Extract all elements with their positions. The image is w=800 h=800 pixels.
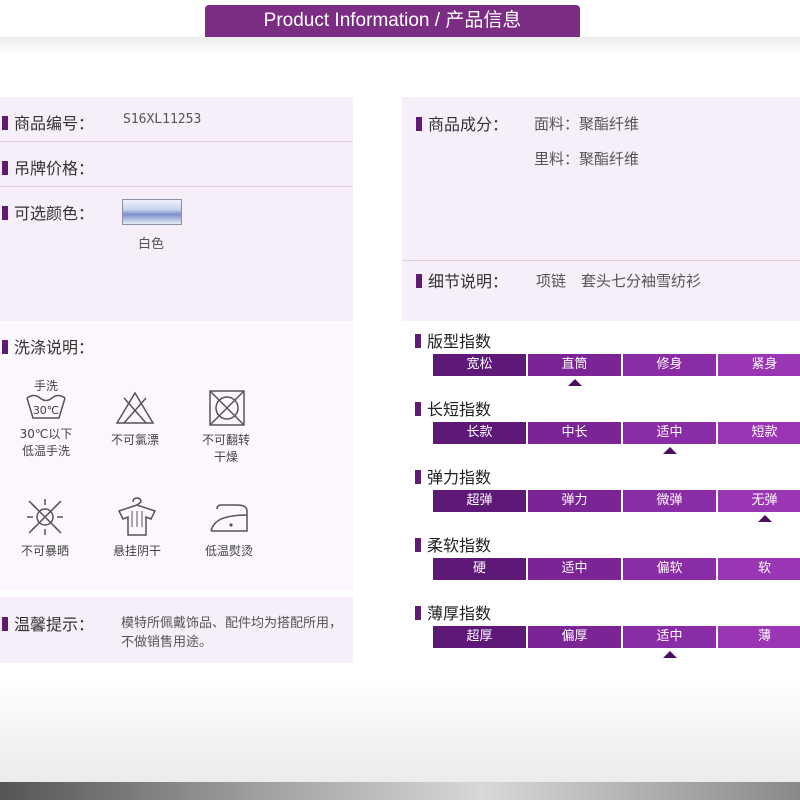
index-title: 薄厚指数 <box>415 600 491 624</box>
low-iron-icon <box>210 504 248 532</box>
index-option: 适中 <box>623 422 716 444</box>
selected-marker-icon <box>757 515 772 522</box>
index-group: 弹力指数 超弹 弹力 微弹 无弹 <box>415 464 800 532</box>
fit-indices: 版型指数 宽松 直筒 修身 紧身 长短指数 长款 中长 适中 短款 弹力指数 超弹 弹力 微弹 无弹 柔软指数… <box>415 328 800 668</box>
divider <box>0 186 353 187</box>
item-number-label: 商品编号： <box>2 110 94 134</box>
bullet-icon <box>415 334 421 348</box>
index-group: 版型指数 宽松 直筒 修身 紧身 <box>415 328 800 396</box>
index-option: 适中 <box>528 558 621 580</box>
index-title: 长短指数 <box>415 396 491 420</box>
index-group: 长短指数 长款 中长 适中 短款 <box>415 396 800 464</box>
bullet-icon <box>2 340 8 354</box>
index-option: 偏软 <box>623 558 716 580</box>
index-title: 版型指数 <box>415 328 491 352</box>
color-swatch-white[interactable] <box>122 199 182 225</box>
tips-line-2: 不做销售用途。 <box>121 635 213 650</box>
detail-label: 细节说明： <box>416 268 508 292</box>
index-option: 适中 <box>623 626 716 648</box>
detail-value: 项链 套头七分袖雪纺衫 <box>536 272 702 290</box>
care-no-tumble-dry: 不可翻转 干燥 <box>186 390 266 466</box>
no-bleach-icon <box>115 391 155 424</box>
index-option: 偏厚 <box>528 626 621 648</box>
bullet-icon <box>415 402 421 416</box>
index-option: 硬 <box>433 558 526 580</box>
product-info-banner: Product Information / 产品信息 <box>205 5 580 37</box>
bottom-photo-strip <box>0 782 800 800</box>
tips-label: 温馨提示： <box>2 611 94 635</box>
index-option: 短款 <box>718 422 800 444</box>
bullet-icon <box>2 206 8 220</box>
divider <box>0 141 353 142</box>
index-group: 薄厚指数 超厚 偏厚 适中薄 <box>415 600 800 668</box>
bullet-icon <box>416 274 422 288</box>
selected-marker-icon <box>567 379 582 386</box>
no-sun-dry-icon <box>27 499 63 535</box>
index-option: 薄 <box>718 626 800 648</box>
index-option: 弹力 <box>528 490 621 512</box>
wash-label: 洗涤说明： <box>2 334 94 358</box>
tag-price-label: 吊牌价格： <box>2 155 94 179</box>
bullet-icon <box>415 538 421 552</box>
composition-label: 商品成分： <box>416 111 508 135</box>
bullet-icon <box>415 470 421 484</box>
item-number-value: S16XL11253 <box>123 112 202 127</box>
care-no-bleach: 不可氯漂 <box>95 390 175 449</box>
index-option: 修身 <box>623 354 716 376</box>
bullet-icon <box>2 161 8 175</box>
swatch-label: 白色 <box>138 237 165 252</box>
index-option: 直筒 <box>528 354 621 376</box>
index-title: 柔软指数 <box>415 532 491 556</box>
index-option: 软 <box>718 558 800 580</box>
hang-dry-icon <box>117 497 157 536</box>
banner-shadow <box>0 37 800 55</box>
care-hang-dry: 悬挂阴干 <box>97 497 177 560</box>
index-option: 宽松 <box>433 354 526 376</box>
index-group: 柔软指数硬适中 偏软软 <box>415 532 800 600</box>
index-option: 超弹 <box>433 490 526 512</box>
index-option: 无弹 <box>718 490 800 512</box>
index-option: 紧身 <box>718 354 800 376</box>
index-option: 中长 <box>528 422 621 444</box>
selected-marker-icon <box>662 447 677 454</box>
colors-label: 可选颜色： <box>2 200 94 224</box>
index-option: 微弹 <box>623 490 716 512</box>
bullet-icon <box>415 606 421 620</box>
care-hand-wash: 手洗 30℃ 30℃以下 低温手洗 <box>6 378 86 460</box>
bullet-icon <box>2 617 8 631</box>
care-low-iron: 低温熨烫 <box>189 497 269 560</box>
index-option: 长款 <box>433 422 526 444</box>
composition-outer: 面料：聚酯纤维 <box>534 115 640 133</box>
bullet-icon <box>416 117 422 131</box>
bullet-icon <box>2 116 8 130</box>
no-tumble-dry-icon <box>209 390 245 426</box>
index-option: 超厚 <box>433 626 526 648</box>
selected-marker-icon <box>662 651 677 658</box>
index-title: 弹力指数 <box>415 464 491 488</box>
divider <box>402 260 800 261</box>
care-no-sun-dry: 不可暴晒 <box>5 497 85 560</box>
banner-title: Product Information / 产品信息 <box>263 10 522 31</box>
hand-wash-icon: 手洗 30℃ <box>6 378 86 426</box>
composition-lining: 里料：聚酯纤维 <box>534 150 640 168</box>
tips-line-1: 模特所佩戴饰品、配件均为搭配所用， <box>121 616 343 631</box>
